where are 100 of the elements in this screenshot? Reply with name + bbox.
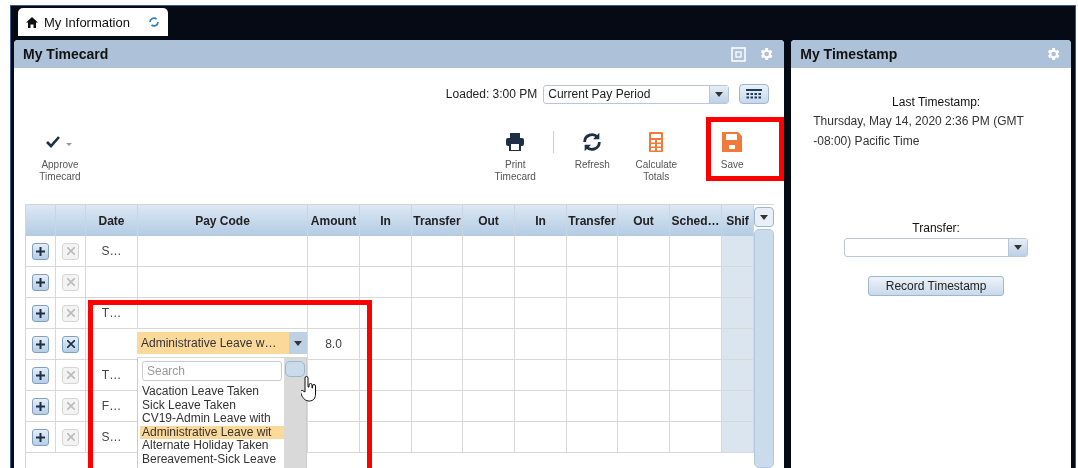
column-header[interactable]: Transfer (567, 205, 618, 236)
column-header[interactable]: Out (463, 205, 515, 236)
calculate-button[interactable]: Calculate Totals (624, 131, 689, 183)
add-row-button[interactable] (32, 335, 49, 353)
dropdown-option[interactable]: Vacation Leave Taken (140, 385, 284, 399)
header-cell (56, 205, 86, 236)
table-cell (722, 391, 754, 422)
table-cell (412, 267, 463, 298)
table-cell (412, 360, 463, 391)
caret-icon (294, 340, 302, 346)
table-cell (463, 298, 515, 329)
transfer-select[interactable] (844, 238, 1029, 257)
table-cell (412, 298, 463, 329)
dropdown-option[interactable]: CV19-Admin Leave with (140, 412, 284, 426)
scroll-up-button[interactable] (754, 207, 774, 227)
table-cell (722, 422, 754, 453)
table-cell (463, 360, 515, 391)
home-icon (26, 16, 38, 28)
close-icon (66, 247, 75, 255)
last-timestamp-heading: Last Timestamp: (892, 95, 981, 109)
table-cell (515, 236, 567, 267)
column-header[interactable]: In (360, 205, 412, 236)
column-header[interactable]: Pay Code (138, 205, 308, 236)
table-cell (360, 422, 412, 453)
table-cell (722, 329, 754, 360)
my-information-tab[interactable]: My Information (18, 8, 168, 36)
add-row-button[interactable] (32, 428, 49, 446)
transfer-label: Transfer: (912, 221, 960, 235)
dropdown-option[interactable]: Sick Leave Taken (140, 398, 284, 412)
table-cell (515, 391, 567, 422)
table-cell (722, 360, 754, 391)
printer-icon (505, 133, 526, 151)
calendar-button[interactable] (739, 84, 770, 104)
dropdown-option[interactable]: Administrative Leave wit (140, 425, 284, 439)
table-cell (567, 391, 618, 422)
header-cell (26, 205, 56, 236)
table-cell (722, 267, 754, 298)
table-cell (670, 329, 722, 360)
dropdown-option[interactable]: Alternate Holiday Taken (140, 439, 284, 453)
column-header[interactable]: In (515, 205, 567, 236)
table-cell (618, 360, 670, 391)
save-button[interactable]: Save (700, 131, 765, 171)
refresh-button[interactable]: Refresh (560, 131, 625, 171)
table-cell (463, 422, 515, 453)
column-header[interactable]: Out (618, 205, 670, 236)
scrollbar-thumb[interactable] (285, 361, 305, 377)
table-cell (618, 391, 670, 422)
dropdown-option[interactable]: Bereavement-Sick Leave (140, 452, 284, 466)
table-cell (618, 298, 670, 329)
approve-timecard-button[interactable]: Approve Timecard (28, 131, 92, 183)
print-button[interactable]: Print Timecard (483, 131, 548, 183)
date-cell: T… (101, 306, 122, 320)
table-cell (567, 267, 618, 298)
timestamp-text: Thursday, May 14, 2020 2:36 PM (GMT -08:00) Pacific Time (813, 113, 1025, 150)
scrollbar-thumb[interactable] (754, 229, 774, 468)
table-cell (308, 236, 360, 267)
pay-period-select[interactable]: Current Pay Period (543, 84, 730, 104)
add-row-button[interactable] (32, 366, 49, 384)
table-cell (360, 236, 412, 267)
add-row-button[interactable] (32, 397, 49, 415)
panel-title: My Timestamp (800, 46, 899, 62)
column-header[interactable]: Sched… (670, 205, 722, 236)
close-icon (66, 402, 75, 410)
table-cell (670, 236, 722, 267)
table-cell (463, 329, 515, 360)
column-header[interactable]: Date (86, 205, 138, 236)
refresh-icon[interactable] (148, 16, 160, 28)
close-icon (66, 371, 75, 379)
column-header[interactable]: Transfer (412, 205, 463, 236)
date-cell: F… (101, 399, 122, 413)
table-cell (567, 329, 618, 360)
caret-icon (1014, 245, 1023, 250)
table-cell (618, 422, 670, 453)
amount-cell: 8.0 (325, 337, 342, 351)
plus-icon (36, 370, 45, 380)
table-cell (412, 422, 463, 453)
settings-icon[interactable] (1045, 46, 1061, 62)
maximize-icon[interactable] (731, 46, 747, 62)
table-cell (412, 329, 463, 360)
close-icon (66, 433, 75, 441)
plus-icon (36, 401, 45, 411)
add-row-button[interactable] (32, 242, 49, 260)
table-cell (360, 298, 412, 329)
loaded-time: Loaded: 3:00 PM (445, 87, 538, 101)
column-header[interactable]: Shif (722, 205, 754, 236)
table-cell (567, 298, 618, 329)
table-cell (360, 360, 412, 391)
delete-row-button[interactable] (62, 335, 79, 353)
pay-code-dropdown[interactable]: Administrative Leave w… (137, 329, 307, 358)
plus-icon (36, 339, 45, 349)
settings-icon[interactable] (758, 46, 775, 62)
calculator-icon (649, 132, 664, 152)
table-cell (722, 298, 754, 329)
search-field[interactable]: Search (142, 361, 282, 381)
add-row-button[interactable] (32, 273, 49, 291)
table-cell (670, 360, 722, 391)
column-header[interactable]: Amount (308, 205, 360, 236)
close-icon (66, 278, 75, 286)
record-timestamp-button[interactable]: Record Timestamp (867, 276, 1005, 296)
add-row-button[interactable] (32, 304, 49, 322)
